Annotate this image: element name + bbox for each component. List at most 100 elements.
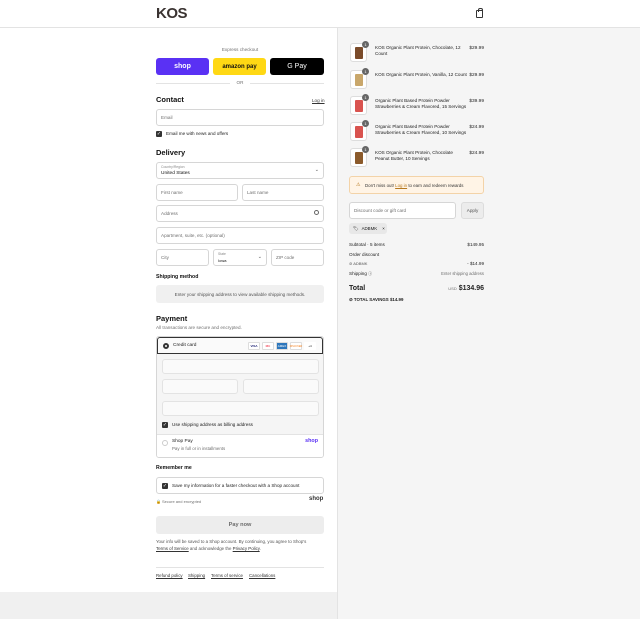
google-pay-button[interactable]: G Pay bbox=[270, 58, 324, 75]
terms-of-service-footer-link[interactable]: Terms of service bbox=[211, 573, 243, 578]
info-icon[interactable]: ⓘ bbox=[368, 271, 372, 276]
apartment-field[interactable]: Apartment, suite, etc. (optional) bbox=[156, 227, 324, 244]
discount-code-field[interactable]: Discount code or gift card bbox=[349, 202, 456, 219]
warning-icon: ⚠ bbox=[356, 182, 361, 188]
shipping-method-heading: Shipping method bbox=[156, 274, 199, 280]
subtotal-row: Subtotal · 5 items $149.95 bbox=[349, 242, 484, 247]
credit-card-radio[interactable] bbox=[163, 343, 169, 349]
discount-placeholder: Discount code or gift card bbox=[354, 208, 407, 213]
shop-pay-option[interactable]: Shop Pay Pay in full or in installments … bbox=[157, 434, 323, 457]
currency-label: USD bbox=[448, 286, 457, 291]
savings-label: TOTAL SAVINGS bbox=[353, 297, 389, 302]
header: KOS bbox=[0, 0, 640, 28]
address-placeholder: Address bbox=[161, 211, 178, 216]
last-name-field[interactable]: Last name bbox=[242, 184, 324, 201]
terms-of-service-link[interactable]: Terms of Service bbox=[156, 546, 189, 551]
payment-heading: Payment bbox=[156, 314, 188, 323]
last-name-placeholder: Last name bbox=[247, 190, 269, 195]
total-row: Total USD $134.96 bbox=[349, 285, 484, 292]
email-field[interactable]: Email bbox=[156, 109, 324, 126]
rewards-banner: ⚠ Don't miss out! Log in to earn and red… bbox=[349, 176, 484, 194]
shop-pay-radio[interactable] bbox=[162, 440, 168, 446]
refund-policy-link[interactable]: Refund policy bbox=[156, 573, 183, 578]
privacy-policy-link[interactable]: Privacy Policy bbox=[233, 546, 260, 551]
zip-field[interactable]: ZIP code bbox=[271, 249, 324, 266]
state-label: State bbox=[218, 252, 226, 256]
city-field[interactable]: City bbox=[156, 249, 209, 266]
city-placeholder: City bbox=[161, 255, 169, 260]
rewards-prefix: Don't miss out! bbox=[365, 183, 394, 188]
quantity-badge: 1 bbox=[362, 146, 369, 153]
product-name: KOS Organic Plant Protein, Vanilla, 12 C… bbox=[375, 72, 467, 77]
credit-card-option[interactable]: Credit card VISA MC AMEX DISCOVER +4 bbox=[157, 337, 323, 354]
product-price: $29.99 bbox=[469, 46, 484, 51]
login-link[interactable]: Log in bbox=[312, 98, 325, 103]
tag-icon: 🏷 bbox=[353, 225, 359, 231]
rewards-login-link[interactable]: Log in bbox=[395, 183, 407, 188]
save-info-label: Save my information for a faster checkou… bbox=[172, 483, 300, 488]
total-value: $134.96 bbox=[458, 285, 484, 292]
product-image bbox=[355, 100, 363, 112]
product-thumbnail: 1 bbox=[350, 94, 369, 115]
secure-label: Secure and encrypted bbox=[162, 499, 202, 504]
shipping-label: Shipping bbox=[349, 271, 367, 276]
save-info-checkbox[interactable]: ✓ bbox=[162, 483, 168, 489]
discount-tag-code: ADBMK bbox=[361, 226, 378, 231]
billing-checkbox[interactable]: ✓ bbox=[162, 422, 168, 428]
apply-button[interactable]: Apply bbox=[461, 202, 484, 219]
order-summary-panel bbox=[337, 28, 640, 619]
security-code-field[interactable] bbox=[243, 379, 319, 394]
country-label: Country/Region bbox=[161, 165, 185, 169]
billing-label: Use shipping address as billing address bbox=[172, 422, 253, 427]
product-price: $39.99 bbox=[469, 99, 484, 104]
card-number-field[interactable] bbox=[162, 359, 319, 374]
product-name: Organic Plant Based Protein Powder Straw… bbox=[375, 124, 467, 135]
pay-now-button[interactable]: Pay now bbox=[156, 516, 324, 534]
card-brand-icons: VISA MC AMEX DISCOVER +4 bbox=[248, 342, 316, 350]
cart-bag-icon[interactable] bbox=[476, 8, 483, 18]
product-image bbox=[355, 47, 363, 59]
name-on-card-field[interactable] bbox=[162, 401, 319, 416]
product-name: KOS Organic Plant Protein, Chocolate, 12… bbox=[375, 45, 461, 56]
terms-line: Your info will be saved to a Shop accoun… bbox=[156, 539, 307, 544]
first-name-field[interactable]: First name bbox=[156, 184, 238, 201]
remove-discount-icon[interactable]: × bbox=[382, 226, 385, 231]
country-value: United States bbox=[161, 171, 190, 176]
amazon-pay-button[interactable]: amazon pay bbox=[213, 58, 266, 75]
product-thumbnail: 1 bbox=[350, 146, 369, 167]
rewards-tail: to earn and redeem rewards bbox=[407, 183, 464, 188]
news-checkbox[interactable]: ✓ bbox=[156, 131, 162, 137]
remember-heading: Remember me bbox=[156, 465, 192, 471]
state-select[interactable]: State Iowa ⌄ bbox=[213, 249, 267, 266]
shop-pay-button[interactable]: shop bbox=[156, 58, 209, 75]
order-discount-row: Order discount bbox=[349, 252, 484, 257]
terms-end: . bbox=[259, 545, 261, 551]
rewards-text: Don't miss out! Log in to earn and redee… bbox=[365, 183, 464, 188]
contact-heading: Contact bbox=[156, 95, 184, 104]
chevron-down-icon: ⌄ bbox=[257, 254, 262, 260]
discount-code-label: ADBMK bbox=[353, 261, 368, 266]
shipping-row: Shipping ⓘ Enter shipping address bbox=[349, 271, 484, 277]
visa-icon: VISA bbox=[248, 342, 260, 350]
footer-divider bbox=[156, 567, 324, 568]
country-select[interactable]: Country/Region United States ⌄ bbox=[156, 162, 324, 179]
shipping-policy-link[interactable]: Shipping bbox=[188, 573, 205, 578]
address-field[interactable]: Address bbox=[156, 205, 324, 222]
express-checkout-label: Express checkout bbox=[221, 47, 259, 52]
lock-icon: 🔒 bbox=[156, 499, 161, 504]
shipping-method-message: Enter your shipping address to view avai… bbox=[156, 285, 324, 303]
savings-value: $14.99 bbox=[389, 297, 404, 302]
expiration-field[interactable] bbox=[162, 379, 238, 394]
quantity-badge: 1 bbox=[362, 41, 369, 48]
product-image bbox=[355, 126, 363, 138]
product-thumbnail: 1 bbox=[350, 41, 369, 62]
cancellations-link[interactable]: Cancellations bbox=[249, 573, 275, 578]
mastercard-icon: MC bbox=[262, 342, 274, 350]
store-logo[interactable]: KOS bbox=[156, 5, 188, 22]
product-name: KOS Organic Plant Protein, Chocolate Pea… bbox=[375, 150, 453, 161]
subtotal-value: $149.95 bbox=[467, 242, 484, 247]
total-amount: USD $134.96 bbox=[448, 285, 484, 292]
quantity-badge: 1 bbox=[362, 94, 369, 101]
more-cards-icon: +4 bbox=[304, 342, 316, 350]
apartment-placeholder: Apartment, suite, etc. (optional) bbox=[161, 233, 225, 238]
